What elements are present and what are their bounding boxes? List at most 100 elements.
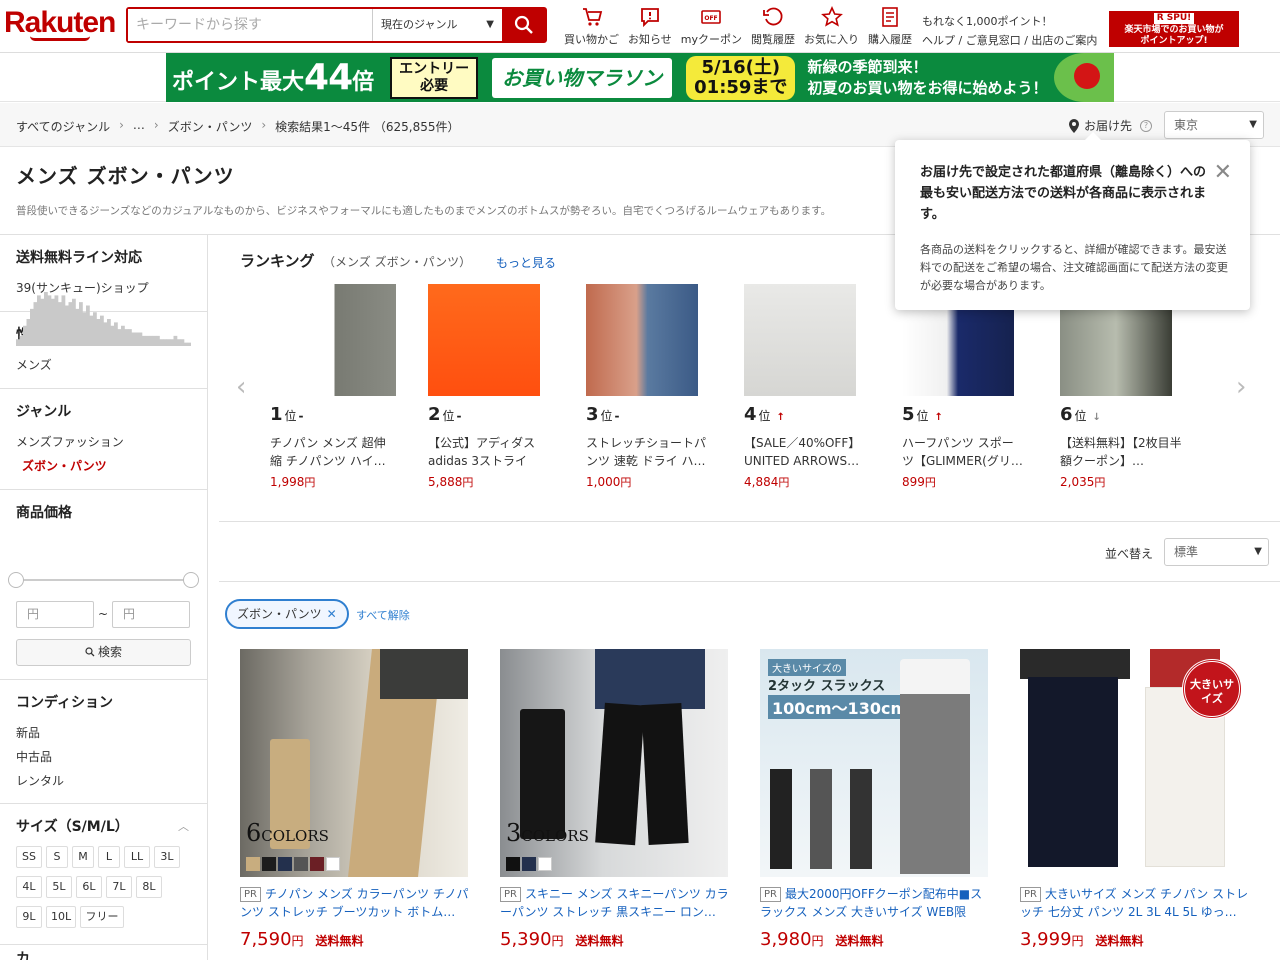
size-option-button[interactable]: 9L xyxy=(16,906,42,928)
ranking-item-image[interactable] xyxy=(586,284,698,396)
product-card[interactable]: 6COLORS PR チノパン メンズ カラーパンツ チノパンツ ストレッチ ブー… xyxy=(240,649,470,950)
prefecture-select[interactable]: 東京 ▼ xyxy=(1164,111,1264,139)
ranking-item-title[interactable]: 【公式】アディダス adidas 3ストライプ… xyxy=(428,434,550,470)
model-belt-area xyxy=(1020,649,1130,679)
ranking-item-image[interactable] xyxy=(284,284,396,396)
product-image[interactable]: 大きいサイズ xyxy=(1020,649,1248,877)
breadcrumb-pants[interactable]: ズボン・パンツ xyxy=(168,118,253,135)
histogram-bar xyxy=(124,329,129,346)
size-option-button[interactable]: S xyxy=(46,846,68,868)
banner-time: 01:59まで xyxy=(694,76,788,98)
cart-icon xyxy=(582,8,602,26)
ranking-item[interactable]: 5 位 ↑ ハーフパンツ スポーツ【GLIMMER(グリ… 899円 xyxy=(902,284,1052,490)
filter-condition-new[interactable]: 新品 xyxy=(16,724,40,741)
coupon-link[interactable]: OFF myクーポン xyxy=(681,6,742,47)
history-link[interactable]: 閲覧履歴 xyxy=(751,6,795,47)
size-option-button[interactable]: フリー xyxy=(80,906,124,928)
price-max-input[interactable]: 円 xyxy=(112,601,190,628)
notice-link[interactable]: お知らせ xyxy=(628,6,672,47)
chevron-up-icon[interactable]: ︿ xyxy=(178,818,189,834)
filter-size-title: サイズ（S/M/L） xyxy=(16,819,129,835)
price-min-input[interactable]: 円 xyxy=(16,601,94,628)
size-option-button[interactable]: M xyxy=(72,846,94,868)
ranking-item[interactable]: 3 位 - ストレッチショートパンツ 速乾 ドライ ハ… 1,000円 xyxy=(586,284,736,490)
close-icon[interactable]: ✕ xyxy=(327,607,337,621)
sort-select[interactable]: 標準 ▼ xyxy=(1164,538,1269,566)
popup-title: お届け先で設定された都道府県（離島除く）への最も安い配送方法での送料が各商品に表… xyxy=(920,165,1207,222)
points-promo-link[interactable]: もれなく1,000ポイント！ xyxy=(922,12,1097,31)
ranking-item[interactable]: 4 位 ↑ 【SALE／40%OFF】UNITED ARROWS… 4,884円 xyxy=(744,284,894,490)
cart-label: 買い物かご xyxy=(564,33,619,46)
size-option-button[interactable]: LL xyxy=(124,846,150,868)
price-search-button[interactable]: 検索 xyxy=(16,639,191,666)
ranking-item[interactable]: 1 位 - チノパン メンズ 超伸縮 チノパンツ ハイ… 1,998円 xyxy=(270,284,420,490)
price-slider-min-handle[interactable] xyxy=(8,572,24,588)
search-input[interactable] xyxy=(128,9,372,41)
size-option-button[interactable]: L xyxy=(98,846,120,868)
purchase-history-link[interactable]: 購入履歴 xyxy=(868,6,912,47)
clear-all-filters-link[interactable]: すべて解除 xyxy=(356,607,410,623)
ranking-more-link[interactable]: もっと見る xyxy=(496,254,556,271)
product-card[interactable]: 大きいサイズ PR 大きいサイズ メンズ チノパン ストレッチ 七分丈 パンツ 2… xyxy=(1020,649,1250,950)
ranking-item-image[interactable] xyxy=(428,284,540,396)
histogram-bar xyxy=(149,335,153,346)
close-icon[interactable]: ✕ xyxy=(1214,162,1232,184)
product-title-link[interactable]: PR スキニー メンズ スキニーパンツ カラーパンツ ストレッチ 黒スキニー ロン… xyxy=(500,885,730,921)
help-links[interactable]: ヘルプ / ご意見窓口 / 出店のご案内 xyxy=(922,31,1097,50)
ranking-prev-arrow-icon[interactable]: ‹ xyxy=(236,372,246,402)
favorites-link[interactable]: お気に入り xyxy=(804,6,859,47)
rank-unit: 位 xyxy=(442,409,455,423)
size-option-button[interactable]: 10L xyxy=(46,906,76,928)
size-option-button[interactable]: 6L xyxy=(76,876,102,898)
active-filter-chip[interactable]: ズボン・パンツ ✕ xyxy=(225,599,349,629)
ranking-item-title[interactable]: ストレッチショートパンツ 速乾 ドライ ハ… xyxy=(586,434,708,470)
ranking-item[interactable]: 6 位 ↓ 【送料無料】【2枚目半額クーポン】… 2,035円 xyxy=(1060,284,1210,490)
ranking-item-title[interactable]: チノパン メンズ 超伸縮 チノパンツ ハイ… xyxy=(270,434,392,470)
product-image[interactable]: 3COLORS xyxy=(500,649,728,877)
breadcrumb-ellipsis[interactable]: … xyxy=(133,118,145,135)
genre-select[interactable]: 現在のジャンル ▼ xyxy=(372,9,502,41)
filter-genre-parent[interactable]: メンズファッション xyxy=(16,433,124,450)
size-option-button[interactable]: 8L xyxy=(136,876,162,898)
product-image[interactable]: 6COLORS xyxy=(240,649,468,877)
price-slider-max-handle[interactable] xyxy=(183,572,199,588)
histogram-bar xyxy=(86,305,90,346)
product-title-link[interactable]: PR チノパン メンズ カラーパンツ チノパンツ ストレッチ ブーツカット ボトム… xyxy=(240,885,470,921)
product-price: 7,590円 送料無料 xyxy=(240,929,470,950)
ranking-position: 4 位 ↑ xyxy=(744,404,894,430)
size-option-button[interactable]: 4L xyxy=(16,876,42,898)
cart-link[interactable]: 買い物かご xyxy=(564,6,619,47)
product-title-link[interactable]: PR 最大2000円OFFクーポン配布中■スラックス メンズ 大きいサイズ WEB… xyxy=(760,885,990,921)
price-unit: 円 xyxy=(620,476,632,489)
ranking-next-arrow-icon[interactable]: › xyxy=(1236,372,1246,402)
free-shipping-label: 送料無料 xyxy=(575,934,624,948)
filter-genre-current[interactable]: ズボン・パンツ xyxy=(22,457,107,474)
filter-condition-rental[interactable]: レンタル xyxy=(16,772,64,789)
histogram-bar xyxy=(180,339,185,346)
ranking-item-title[interactable]: ハーフパンツ スポーツ【GLIMMER(グリ… xyxy=(902,434,1024,470)
help-icon[interactable]: ? xyxy=(1140,119,1153,132)
ranking-item-title[interactable]: 【SALE／40%OFF】UNITED ARROWS… xyxy=(744,434,866,470)
product-title-link[interactable]: PR 大きいサイズ メンズ チノパン ストレッチ 七分丈 パンツ 2L 3L 4L… xyxy=(1020,885,1250,921)
product-card[interactable]: 大きいサイズの 2タック スラックス 100cm～130cm PR 最大2000円… xyxy=(760,649,990,950)
marathon-banner[interactable]: ポイント最大44倍 エントリー 必要 お買い物マラソン 5/16(土) 01:5… xyxy=(166,53,1114,102)
ranking-item[interactable]: 2位- 【公式】アディダス adidas 3ストライプ… 5,888円 xyxy=(428,284,578,490)
rakuten-logo[interactable]: Rakuten xyxy=(4,6,116,40)
ranking-item-title[interactable]: 【送料無料】【2枚目半額クーポン】… xyxy=(1060,434,1182,470)
ranking-item-image[interactable] xyxy=(744,284,856,396)
size-option-button[interactable]: 5L xyxy=(46,876,72,898)
spu-banner[interactable]: R SPU! 楽天市場でのお買い物が ポイントアップ! xyxy=(1109,11,1239,47)
size-option-button[interactable]: 3L xyxy=(154,846,180,868)
product-card[interactable]: 3COLORS PR スキニー メンズ スキニーパンツ カラーパンツ ストレッチ … xyxy=(500,649,730,950)
filter-gender-mens[interactable]: メンズ xyxy=(16,356,52,373)
size-option-button[interactable]: 7L xyxy=(106,876,132,898)
banner-entry-line1: エントリー xyxy=(399,60,470,77)
rank-unit: 位 xyxy=(916,409,929,423)
free-shipping-label: 送料無料 xyxy=(835,934,884,948)
breadcrumb-all-genres[interactable]: すべてのジャンル xyxy=(16,118,110,135)
product-image[interactable]: 大きいサイズの 2タック スラックス 100cm～130cm xyxy=(760,649,988,877)
size-option-button[interactable]: SS xyxy=(16,846,42,868)
search-button[interactable] xyxy=(502,9,545,41)
price-value: 1,998 xyxy=(270,475,305,489)
filter-condition-used[interactable]: 中古品 xyxy=(16,748,52,765)
